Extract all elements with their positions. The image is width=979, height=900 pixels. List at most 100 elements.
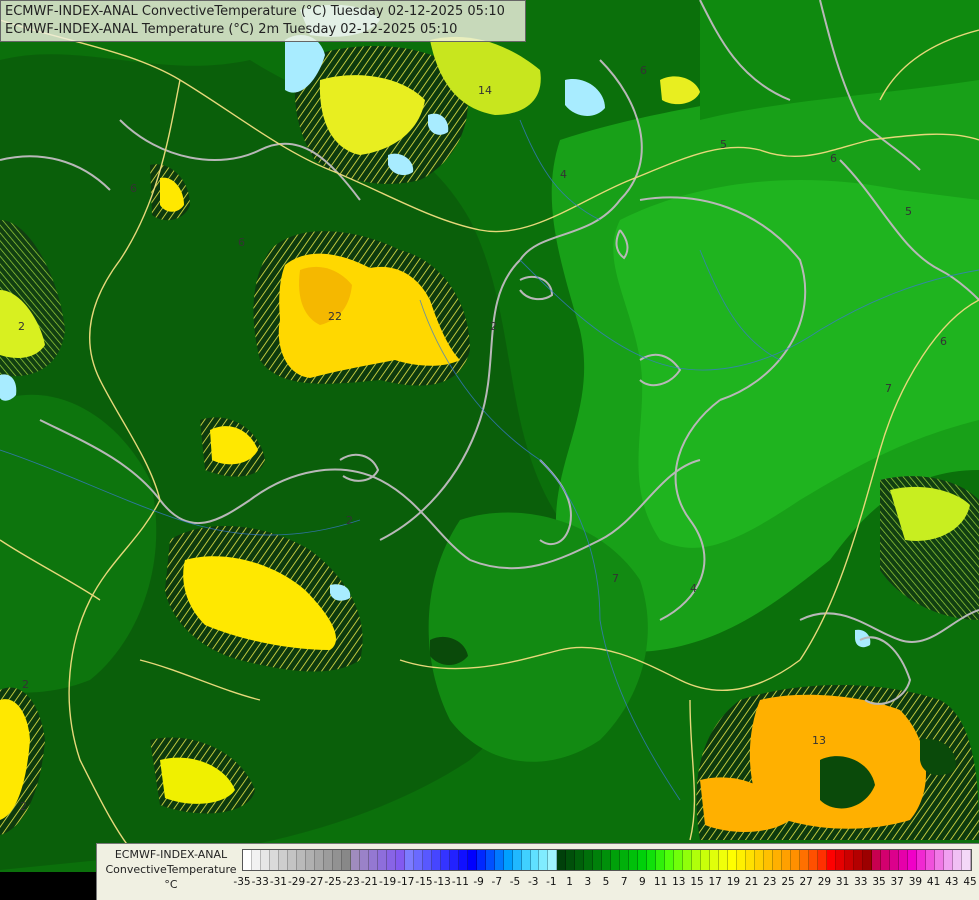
legend-swatch [853, 850, 863, 870]
contour-label: 13 [812, 734, 826, 747]
legend-tick-label: 1 [566, 876, 573, 888]
legend-swatch [782, 850, 792, 870]
legend-swatch [728, 850, 738, 870]
legend-tick-label: -3 [527, 876, 539, 888]
legend-swatch [880, 850, 890, 870]
legend-swatch [485, 850, 495, 870]
legend-swatch [701, 850, 711, 870]
legend-swatch [943, 850, 953, 870]
legend-swatch [638, 850, 648, 870]
legend-swatch [961, 850, 971, 870]
legend-swatch [323, 850, 333, 870]
legend-swatch [476, 850, 486, 870]
legend-swatch [629, 850, 639, 870]
legend-swatch [593, 850, 603, 870]
legend-swatch [835, 850, 845, 870]
contour-label: 2 [22, 678, 29, 691]
contour-label: 6 [940, 335, 947, 348]
contour-label: 4 [690, 582, 697, 595]
legend-tick-label: 25 [781, 876, 795, 888]
legend-tick-label: 17 [708, 876, 722, 888]
legend-swatch [683, 850, 693, 870]
contour-label: 2 [20, 800, 27, 813]
corner-mask [0, 872, 96, 900]
legend-swatch [530, 850, 540, 870]
legend-swatch [755, 850, 765, 870]
legend-swatch [503, 850, 513, 870]
legend-tick-label: -11 [451, 876, 469, 888]
legend-tick-label: -21 [360, 876, 378, 888]
legend-swatch [368, 850, 378, 870]
legend-swatch [413, 850, 423, 870]
legend-tick-label: -31 [269, 876, 287, 888]
legend-tick-label: 19 [726, 876, 741, 888]
legend-swatch [746, 850, 756, 870]
legend-swatch [791, 850, 801, 870]
legend-tick-label: -27 [306, 876, 324, 888]
legend-tick-label: -7 [491, 876, 503, 888]
legend-swatch [800, 850, 810, 870]
contour-label: 22 [328, 310, 342, 323]
legend-swatch [566, 850, 576, 870]
legend-swatch [296, 850, 306, 870]
legend-tick-label: -35 [233, 876, 251, 888]
legend-swatch [287, 850, 297, 870]
legend-swatch [449, 850, 459, 870]
legend-swatch [260, 850, 270, 870]
legend-swatch [332, 850, 342, 870]
contour-label: 7 [612, 572, 619, 585]
legend-unit: °C [164, 878, 178, 891]
legend-swatch [710, 850, 720, 870]
legend-swatch [422, 850, 432, 870]
legend-tick-label: 13 [672, 876, 686, 888]
legend-tick-label: 37 [890, 876, 904, 888]
legend-swatch [871, 850, 881, 870]
legend-tick-label: -9 [473, 876, 484, 888]
contour-label: 5 [905, 205, 912, 218]
legend-swatch [620, 850, 630, 870]
contour-label: 6 [130, 182, 137, 195]
contour-label: 5 [720, 138, 727, 151]
legend-swatch [386, 850, 396, 870]
legend-swatch [809, 850, 818, 870]
legend-tick-label: 11 [653, 876, 668, 888]
legend-swatch [719, 850, 729, 870]
legend-tick-label: -23 [342, 876, 360, 888]
legend-swatch [584, 850, 594, 870]
legend-tick-label: 33 [854, 876, 868, 888]
legend-tick-label: -5 [509, 876, 521, 888]
contour-label: 2 [346, 514, 353, 527]
weather-map: 14 6 6 6 6 4 2 2 22 5 5 6 7 2 7 2 4 13 2 [0, 0, 979, 900]
legend-swatch [548, 850, 558, 870]
legend-swatch [773, 850, 783, 870]
legend-tick-label: 35 [872, 876, 886, 888]
legend-tick-label: 41 [926, 876, 941, 888]
legend-swatch [359, 850, 369, 870]
map-stage: 14 6 6 6 6 4 2 2 22 5 5 6 7 2 7 2 4 13 2… [0, 0, 979, 900]
legend-title: ECMWF-INDEX-ANAL ConvectiveTemperature °… [101, 847, 241, 892]
legend-swatch [889, 850, 899, 870]
legend-tick-label: 39 [908, 876, 923, 888]
legend-tick-label: -17 [397, 876, 415, 888]
legend-swatch [862, 850, 872, 870]
legend-tick-label: 45 [963, 876, 977, 888]
title-line-2: ECMWF-INDEX-ANAL Temperature (°C) 2m Tue… [5, 22, 458, 37]
legend-swatch [269, 850, 279, 870]
legend-swatch [539, 850, 549, 870]
legend-swatch [692, 850, 702, 870]
legend-tick-label: 29 [817, 876, 832, 888]
legend-parameter: ConvectiveTemperature [105, 863, 237, 876]
legend-swatch [251, 850, 261, 870]
contour-label: 2 [18, 320, 25, 333]
legend-swatches [242, 849, 972, 871]
legend-swatch [431, 850, 441, 870]
contour-label: 4 [560, 168, 567, 181]
legend-tick-label: 15 [690, 876, 704, 888]
legend-swatch [575, 850, 585, 870]
legend-swatch [341, 850, 351, 870]
legend-swatch [467, 850, 477, 870]
legend-tick-label: 3 [584, 876, 592, 888]
legend-swatch [916, 850, 926, 870]
legend-tick-label: 5 [602, 876, 610, 888]
legend-swatch [395, 850, 405, 870]
